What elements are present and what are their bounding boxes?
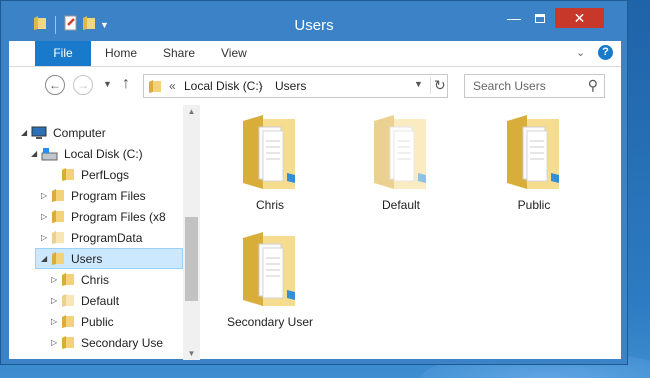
expand-arrow-icon[interactable]: ◢	[21, 128, 31, 137]
tree-item-chris[interactable]: ▷ Chris	[51, 269, 109, 290]
tab-file[interactable]: File	[35, 41, 91, 66]
tab-view[interactable]: View	[221, 41, 247, 66]
tree-label: ProgramData	[71, 230, 143, 245]
tree-item-programdata[interactable]: ▷ ProgramData	[41, 227, 142, 248]
computer-icon	[31, 126, 47, 140]
folder-label: Public	[517, 198, 551, 212]
breadcrumb-local-disk[interactable]: Local Disk (C:)	[184, 79, 263, 93]
expand-arrow-icon[interactable]: ▷	[41, 233, 51, 242]
folder-icon	[61, 314, 75, 329]
tree-item-local-disk[interactable]: ◢ Local Disk (C:)	[31, 143, 143, 164]
tab-home[interactable]: Home	[105, 41, 137, 66]
tree-item-users[interactable]: ◢ Users	[35, 248, 183, 269]
address-bar[interactable]: « Local Disk (C:) › Users ▼ ↻	[143, 74, 448, 98]
tree-label: Default	[81, 293, 120, 308]
back-button[interactable]: ←	[45, 75, 65, 95]
folder-icon	[61, 272, 75, 287]
folder-icon	[51, 230, 65, 245]
navigation-scrollbar[interactable]: ▲ ▼	[183, 105, 200, 360]
refresh-icon[interactable]: ↻	[430, 77, 446, 94]
folder-icon	[51, 251, 65, 266]
folder-icon	[507, 115, 559, 189]
forward-arrow-icon: →	[77, 78, 89, 92]
up-button[interactable]: ↑	[122, 75, 130, 93]
expand-arrow-icon[interactable]: ▷	[51, 338, 61, 347]
tree-item-public[interactable]: ▷ Public	[51, 311, 114, 332]
folder-label: Secondary User	[226, 315, 314, 329]
folder-icon	[51, 209, 65, 224]
folder-icon	[148, 79, 162, 97]
expand-arrow-icon[interactable]: ▷	[41, 191, 51, 200]
maximize-icon	[535, 13, 545, 23]
expand-arrow-icon[interactable]: ▷	[51, 317, 61, 326]
tree-item-program-files-x86[interactable]: ▷ Program Files (x8	[41, 206, 166, 227]
folder-icon	[374, 115, 426, 189]
folder-icon	[51, 188, 65, 203]
tree-item-perflogs[interactable]: PerfLogs	[51, 164, 129, 185]
forward-button[interactable]: →	[73, 75, 93, 95]
recent-locations-button[interactable]: ▼	[103, 79, 112, 89]
folder-label: Default	[381, 198, 421, 212]
tree-item-default[interactable]: ▷ Default	[51, 290, 119, 311]
drive-icon	[41, 147, 58, 161]
folder-item-default[interactable]: Default	[346, 113, 456, 212]
tree-label: Program Files (x8	[71, 209, 166, 224]
chevron-down-icon[interactable]: ⌄	[576, 46, 585, 59]
expand-arrow-icon[interactable]: ▷	[51, 296, 61, 305]
file-list: Chris Default Public Secondary User	[201, 105, 621, 360]
scrollbar-thumb[interactable]	[185, 217, 198, 301]
title-bar[interactable]: ▼ Users — ✕	[1, 1, 627, 41]
folder-icon	[61, 167, 75, 182]
scroll-down-icon[interactable]: ▼	[183, 349, 200, 358]
expand-arrow-icon[interactable]: ▷	[51, 275, 61, 284]
folder-icon	[61, 293, 75, 308]
close-button[interactable]: ✕	[555, 8, 604, 28]
tree-label: Chris	[81, 272, 110, 287]
ribbon: File Home Share View ⌄ ?	[9, 41, 621, 66]
breadcrumb-separator[interactable]: ›	[259, 79, 263, 93]
folder-icon	[243, 115, 295, 189]
breadcrumb-users[interactable]: Users	[275, 79, 306, 93]
folder-item-public[interactable]: Public	[479, 113, 589, 212]
folder-icon	[243, 232, 295, 306]
navigation-pane: ◢ Computer ◢ Local Disk (C:) PerfLogs ▷ …	[9, 105, 201, 360]
tab-share[interactable]: Share	[163, 41, 195, 66]
tree-item-program-files[interactable]: ▷ Program Files	[41, 185, 146, 206]
scroll-up-icon[interactable]: ▲	[183, 107, 200, 116]
search-input[interactable]: Search Users ⚲	[464, 74, 605, 98]
minimize-button[interactable]: —	[501, 8, 527, 28]
tree-label: Public	[81, 314, 114, 329]
help-icon[interactable]: ?	[598, 45, 613, 60]
tree-item-computer[interactable]: ◢ Computer	[21, 122, 106, 143]
tree-label: Secondary Use	[81, 335, 164, 350]
tree-label: PerfLogs	[81, 167, 130, 182]
tree-item-secondary-user[interactable]: ▷ Secondary Use	[51, 332, 163, 353]
folder-icon	[61, 335, 75, 350]
expand-arrow-icon[interactable]: ◢	[41, 254, 51, 263]
search-placeholder: Search Users	[473, 79, 546, 93]
folder-item-secondary-user[interactable]: Secondary User	[215, 230, 325, 329]
tree-label: Program Files	[71, 188, 146, 203]
maximize-button[interactable]	[527, 8, 553, 28]
breadcrumb-overflow[interactable]: «	[169, 79, 176, 93]
address-dropdown-icon[interactable]: ▼	[414, 79, 423, 89]
folder-item-chris[interactable]: Chris	[215, 113, 325, 212]
up-arrow-icon: ↑	[122, 75, 130, 92]
expand-arrow-icon[interactable]: ◢	[31, 149, 41, 158]
folder-label: Chris	[255, 198, 284, 212]
tree-label: Computer	[53, 125, 106, 140]
navigation-bar: ← → ▼ ↑ « Local Disk (C:) › Users ▼ ↻ Se…	[9, 67, 621, 105]
back-arrow-icon: ←	[49, 78, 61, 92]
explorer-content: ← → ▼ ↑ « Local Disk (C:) › Users ▼ ↻ Se…	[9, 66, 621, 360]
tree-label: Users	[71, 251, 103, 266]
explorer-window: ▼ Users — ✕ File Home Share View ⌄ ? ← →…	[0, 0, 628, 365]
search-icon[interactable]: ⚲	[588, 77, 598, 94]
expand-arrow-icon[interactable]: ▷	[41, 212, 51, 221]
tree-label: Local Disk (C:)	[64, 146, 143, 161]
